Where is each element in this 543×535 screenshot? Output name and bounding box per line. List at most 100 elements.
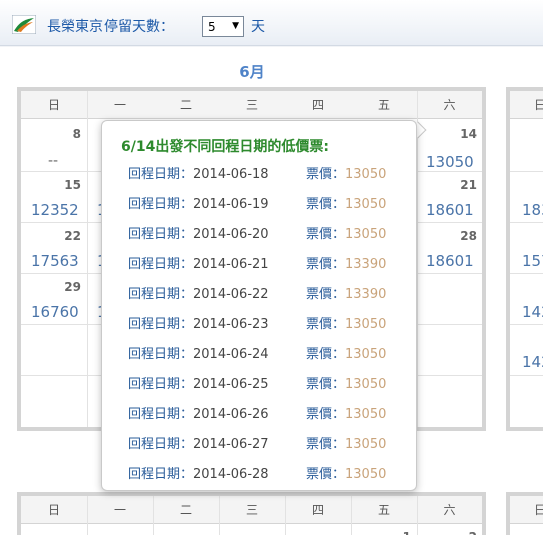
day-number: 22 [64, 229, 81, 243]
weekday-header-thu: 四 [285, 496, 351, 524]
next-month-calendar: 日 183 157 142 142 [506, 87, 543, 431]
day-price[interactable]: 18601 [426, 201, 474, 219]
day-price[interactable]: 16760 [31, 303, 79, 321]
return-fare-row[interactable]: 回程日期：2014-06-23 票價：13050 [128, 313, 386, 333]
return-date: 2014-06-25 [193, 377, 269, 392]
day-number: 2 [437, 530, 477, 535]
return-date: 2014-06-26 [193, 407, 269, 422]
fare-label: 票價： [306, 197, 346, 212]
fare-label: 票價： [306, 437, 346, 452]
fare-value: 13050 [345, 467, 387, 482]
fare-label: 票價： [306, 257, 346, 272]
day-price[interactable]: 17563 [31, 252, 79, 270]
fare-label: 票價： [306, 317, 346, 332]
day-price[interactable]: -- [48, 153, 58, 169]
top-bar: 長榮東京 停留天數： 5 ▼ 天 [0, 0, 543, 46]
fare-cell: 票價：13050 [306, 343, 386, 362]
return-date: 2014-06-21 [193, 257, 269, 272]
weekday-header-tue: 二 [153, 496, 219, 524]
stay-days-select[interactable]: 5 ▼ [202, 16, 244, 37]
day-price[interactable]: 183 [522, 201, 543, 219]
day-price[interactable]: 157 [522, 252, 543, 270]
return-fare-row[interactable]: 回程日期：2014-06-20 票價：13050 [128, 223, 386, 243]
return-fare-row[interactable]: 回程日期：2014-06-27 票價：13050 [128, 433, 386, 453]
grid-line [351, 496, 352, 535]
return-fare-row[interactable]: 回程日期：2014-06-21 票價：13390 [128, 253, 386, 273]
return-date-label: 回程日期： [128, 437, 194, 452]
grid-line [510, 375, 543, 376]
fare-cell: 票價：13050 [306, 433, 386, 452]
weekday-header-fri: 五 [351, 91, 417, 119]
return-fare-row[interactable]: 回程日期：2014-06-28 票價：13050 [128, 463, 386, 483]
day-number: 28 [460, 229, 477, 243]
fare-label: 票價： [306, 467, 346, 482]
weekday-header-sat: 六 [417, 91, 482, 119]
return-date-label: 回程日期： [128, 167, 194, 182]
grid-line [285, 496, 286, 535]
weekday-header-wed: 三 [219, 496, 285, 524]
grid-line [219, 496, 220, 535]
route-label: 長榮東京 [47, 16, 103, 36]
weekday-header-sun: 日 [21, 496, 87, 524]
fare-cell: 票價：13050 [306, 463, 386, 482]
day-number: 15 [64, 178, 81, 192]
grid-line [153, 496, 154, 535]
fare-value: 13050 [345, 197, 387, 212]
day-price[interactable]: 142 [522, 303, 543, 321]
weekday-header-wed: 三 [219, 91, 285, 119]
weekday-header-sun: 日 [510, 496, 543, 524]
weekday-header-sun: 日 [21, 91, 87, 119]
fare-value: 13050 [345, 437, 387, 452]
day-number: 1 [371, 530, 411, 535]
popup-title: 6/14出發不同回程日期的低價票: [121, 139, 329, 155]
weekday-header-sun: 日 [510, 91, 543, 119]
return-fare-row[interactable]: 回程日期：2014-06-19 票價：13050 [128, 193, 386, 213]
grid-line [417, 496, 418, 535]
weekday-header-tue: 二 [153, 91, 219, 119]
stay-days-value: 5 [208, 20, 216, 34]
day-price[interactable]: 12352 [31, 201, 79, 219]
day-number: 29 [64, 280, 81, 294]
fare-value: 13050 [345, 317, 387, 332]
stay-days-unit: 天 [251, 19, 265, 35]
return-date: 2014-06-19 [193, 197, 269, 212]
chevron-down-icon: ▼ [232, 21, 239, 31]
following-month-calendar-right: 日 [506, 492, 543, 535]
return-date: 2014-06-28 [193, 467, 269, 482]
return-fare-row[interactable]: 回程日期：2014-06-26 票價：13050 [128, 403, 386, 423]
fare-value: 13050 [345, 167, 387, 182]
weekday-header-sat: 六 [417, 496, 482, 524]
return-date-label: 回程日期： [128, 347, 194, 362]
return-date-label: 回程日期： [128, 317, 194, 332]
fare-label: 票價： [306, 347, 346, 362]
return-fare-row[interactable]: 回程日期：2014-06-22 票價：13390 [128, 283, 386, 303]
fare-cell: 票價：13390 [306, 253, 386, 272]
weekday-header-fri: 五 [351, 496, 417, 524]
fare-value: 13050 [345, 377, 387, 392]
return-date: 2014-06-23 [193, 317, 269, 332]
grid-line [510, 222, 543, 223]
fare-cell: 票價：13050 [306, 163, 386, 182]
airline-logo-icon [11, 14, 37, 35]
fare-value: 13050 [345, 347, 387, 362]
fare-value: 13390 [345, 287, 387, 302]
grid-line [87, 91, 88, 427]
day-price[interactable]: 18601 [426, 252, 474, 270]
stay-days-label: 停留天數： [104, 19, 174, 35]
destination-name: 東京 [75, 19, 103, 35]
return-date-label: 回程日期： [128, 407, 194, 422]
return-fare-row[interactable]: 回程日期：2014-06-25 票價：13050 [128, 373, 386, 393]
day-price-selected[interactable]: 13050 [426, 153, 474, 171]
grid-line [417, 91, 418, 427]
return-date-label: 回程日期： [128, 467, 194, 482]
return-date: 2014-06-22 [193, 287, 269, 302]
day-price[interactable]: 142 [522, 353, 543, 371]
fare-label: 票價： [306, 407, 346, 422]
day-number: 14 [460, 127, 477, 141]
return-date: 2014-06-20 [193, 227, 269, 242]
month-title: 6月 [239, 63, 265, 81]
return-date-label: 回程日期： [128, 287, 194, 302]
return-fare-row[interactable]: 回程日期：2014-06-24 票價：13050 [128, 343, 386, 363]
return-fare-row[interactable]: 回程日期：2014-06-18 票價：13050 [128, 163, 386, 183]
weekday-header-mon: 一 [87, 91, 153, 119]
